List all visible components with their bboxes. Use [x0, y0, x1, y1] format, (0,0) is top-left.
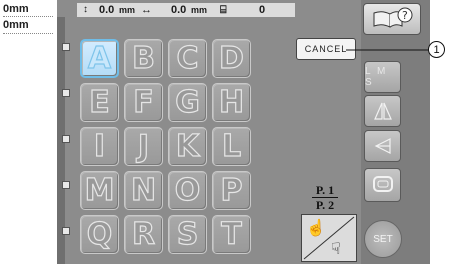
letter-key-s[interactable]: S — [168, 215, 207, 254]
help-button[interactable]: ? — [363, 3, 421, 35]
height-value: 0.0 — [99, 4, 115, 16]
rotate-button[interactable] — [364, 130, 401, 162]
letter-key-r[interactable]: R — [124, 215, 163, 254]
rotate-icon — [374, 138, 391, 154]
measurement-bottom: 0mm — [3, 19, 29, 31]
letter-key-g[interactable]: G — [168, 83, 207, 122]
letter-key-n[interactable]: N — [124, 171, 163, 210]
letter-key-f[interactable]: F — [124, 83, 163, 122]
letter-key-e[interactable]: E — [80, 83, 119, 122]
embroidery-frame-button[interactable] — [364, 168, 401, 202]
thread-spool-icon: ⌸ — [220, 4, 227, 16]
hand-down-icon[interactable]: ☟ — [331, 239, 341, 259]
lms-button[interactable]: L M S — [364, 61, 401, 93]
letter-key-j[interactable]: J — [124, 127, 163, 166]
letter-key-b[interactable]: B — [124, 39, 163, 78]
row-marker — [62, 43, 70, 51]
letter-key-d[interactable]: D — [212, 39, 251, 78]
frame-icon — [372, 176, 393, 192]
letter-key-i[interactable]: I — [80, 127, 119, 166]
letter-key-c[interactable]: C — [168, 39, 207, 78]
row-marker — [62, 181, 70, 189]
height-icon: ↕ — [83, 4, 88, 15]
set-button[interactable]: SET — [364, 220, 402, 258]
row-marker — [62, 89, 70, 97]
letter-key-l[interactable]: L — [212, 127, 251, 166]
width-icon: ↔ — [141, 4, 152, 16]
letter-key-m[interactable]: M — [80, 171, 119, 210]
letter-key-q[interactable]: Q — [80, 215, 119, 254]
page-indicator: P. 1 P. 2 — [312, 184, 338, 212]
callout-marker: 1 — [428, 41, 445, 58]
measurement-top: 0mm — [3, 3, 29, 15]
page-current: P. 1 — [312, 184, 338, 198]
letter-key-o[interactable]: O — [168, 171, 207, 210]
letter-key-h[interactable]: H — [212, 83, 251, 122]
letter-key-k[interactable]: K — [168, 127, 207, 166]
page-total: P. 2 — [315, 198, 335, 212]
row-marker — [62, 135, 70, 143]
width-unit: mm — [191, 5, 208, 15]
mirror-icon — [373, 102, 392, 120]
callout-leader-line — [346, 49, 428, 51]
page-nav-button[interactable]: ☝ ☟ — [301, 214, 357, 262]
needle-count: 0 — [259, 4, 266, 16]
mirror-button[interactable] — [364, 95, 401, 127]
row-marker — [62, 227, 70, 235]
letter-key-t[interactable]: T — [212, 215, 251, 254]
measurement-divider — [3, 16, 53, 17]
width-value: 0.0 — [171, 4, 187, 16]
hand-up-icon[interactable]: ☝ — [306, 218, 326, 238]
help-book-icon: ? — [373, 7, 413, 28]
height-unit: mm — [119, 5, 136, 15]
letter-key-a[interactable]: A — [80, 39, 119, 78]
letter-key-p[interactable]: P — [212, 171, 251, 210]
measurement-divider-2 — [3, 33, 53, 34]
status-bar: ↕ 0.0 mm ↔ 0.0 mm ⌸ 0 — [77, 3, 295, 17]
svg-text:?: ? — [402, 9, 408, 22]
